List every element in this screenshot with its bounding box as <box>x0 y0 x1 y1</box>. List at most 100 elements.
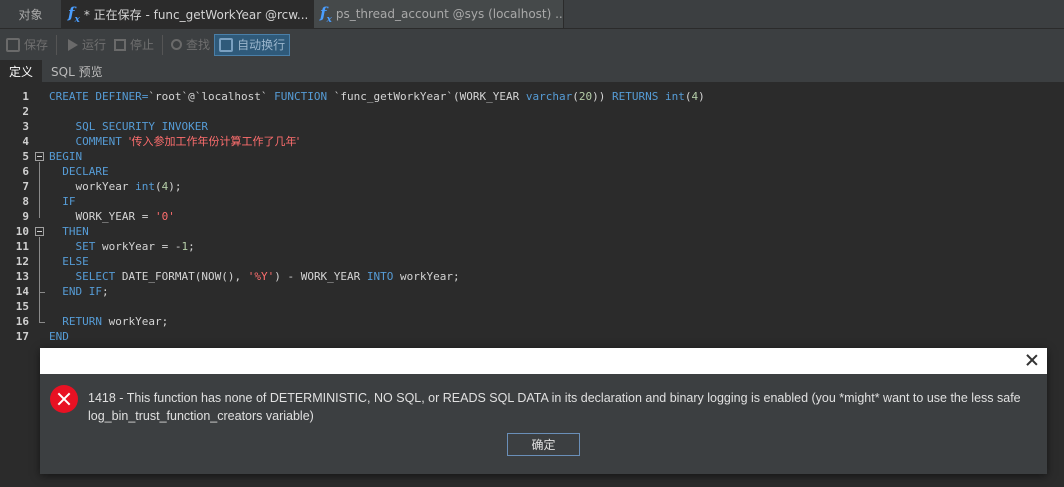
fold-toggle-begin[interactable] <box>35 152 44 161</box>
code-line-5: BEGIN <box>49 150 83 163</box>
line-number: 5 <box>22 150 29 163</box>
tab-definition[interactable]: 定义 <box>0 60 43 82</box>
code-token: )) <box>592 90 612 103</box>
editor-toolbar: 保存 运行 停止 查找 自动换行 <box>0 28 1064 60</box>
tab-func-getworkyear[interactable]: fx * 正在保存 - func_getWorkYear @rcw... <box>62 0 314 28</box>
function-icon: fx <box>68 3 80 25</box>
line-number: 16 <box>15 315 29 328</box>
tab-func-getworkyear-label: * 正在保存 - func_getWorkYear @rcw... <box>83 7 309 22</box>
fold-guide <box>39 237 40 292</box>
line-number: 12 <box>15 255 29 268</box>
code-token: workYear; <box>108 315 169 328</box>
code-token: ) <box>698 90 705 103</box>
code-token: ) - WORK_YEAR <box>274 270 367 283</box>
code-token: FUNCTION <box>267 90 334 103</box>
line-number: 14 <box>15 285 29 298</box>
line-number: 15 <box>15 300 29 313</box>
code-token: INTO <box>366 270 401 283</box>
tab-objects[interactable]: 对象 <box>0 0 62 28</box>
code-token: '%Y' <box>247 270 275 283</box>
code-token: SELECT <box>49 270 122 283</box>
line-number: 11 <box>15 240 29 253</box>
editor-subtabs: 定义 SQL 预览 <box>0 60 1064 83</box>
line-number: 3 <box>22 120 29 133</box>
save-button-label: 保存 <box>24 38 49 52</box>
line-number: 13 <box>15 270 29 283</box>
code-token: SET <box>49 240 102 253</box>
line-number: 10 <box>15 225 29 238</box>
tab-ps-thread-account-label: ps_thread_account @sys (localhost) ... <box>335 7 564 21</box>
code-token: ( <box>154 180 162 193</box>
run-icon <box>68 38 79 51</box>
find-button[interactable]: 查找 <box>167 34 214 56</box>
toolbar-divider <box>56 34 58 55</box>
function-icon: fx <box>320 3 332 25</box>
fold-toggle-then[interactable] <box>35 227 44 236</box>
stop-button[interactable]: 停止 <box>110 34 158 56</box>
word-wrap-label: 自动换行 <box>237 38 286 52</box>
code-line-9: WORK_YEAR = '0' <box>49 209 175 224</box>
code-line-12: ELSE <box>49 255 89 268</box>
line-number: 9 <box>22 210 29 223</box>
tab-sql-preview[interactable]: SQL 预览 <box>42 60 112 82</box>
error-dialog: 1418 - This function has none of DETERMI… <box>40 348 1047 474</box>
code-token: ); <box>168 180 182 193</box>
code-token: `func_getWorkYear`(WORK_YEAR <box>333 90 526 103</box>
code-line-6: DECLARE <box>49 165 109 178</box>
line-number: 17 <box>15 330 29 343</box>
code-line-1: CREATE DEFINER=`root`@`localhost` FUNCTI… <box>49 89 705 104</box>
run-button-label: 运行 <box>82 38 107 52</box>
code-token: ; <box>101 285 109 298</box>
fold-end-marker <box>39 322 45 323</box>
code-token: workYear; <box>400 270 460 283</box>
line-number: 8 <box>22 195 29 208</box>
ok-button[interactable]: 确定 <box>507 433 580 456</box>
tab-sql-preview-label: SQL 预览 <box>51 64 103 79</box>
fold-guide <box>39 292 40 322</box>
stop-button-label: 停止 <box>130 38 155 52</box>
run-button[interactable]: 运行 <box>61 34 110 56</box>
code-line-14: END IF; <box>49 284 109 299</box>
close-icon[interactable] <box>1025 353 1039 367</box>
word-wrap-toggle[interactable]: 自动换行 <box>214 33 291 56</box>
document-tab-bar: 对象 fx * 正在保存 - func_getWorkYear @rcw... … <box>0 0 1064 28</box>
code-line-11: SET workYear = -1; <box>49 239 195 254</box>
code-line-3: SQL SECURITY INVOKER <box>49 120 208 133</box>
error-icon <box>50 385 78 413</box>
tab-definition-label: 定义 <box>9 64 34 79</box>
dialog-titlebar <box>40 348 1047 374</box>
code-token: 20 <box>578 90 593 103</box>
code-line-4: COMMENT '传入参加工作年份计算工作了几年' <box>49 134 300 149</box>
code-token: ( <box>572 90 579 103</box>
toolbar-divider <box>162 34 164 55</box>
find-button-label: 查找 <box>186 38 211 52</box>
line-number: 4 <box>22 135 29 148</box>
code-line-8: IF <box>49 195 76 208</box>
code-token: workYear = - <box>101 240 182 253</box>
code-token: '0' <box>154 210 175 223</box>
code-line-17: END <box>49 330 69 343</box>
stop-icon <box>114 38 127 51</box>
code-token: DATE_FORMAT(NOW(), <box>121 270 248 283</box>
save-icon <box>6 37 20 52</box>
code-line-13: SELECT DATE_FORMAT(NOW(), '%Y') - WORK_Y… <box>49 269 460 284</box>
code-token: workYear <box>49 180 136 193</box>
code-token: varchar <box>525 90 573 103</box>
save-button[interactable]: 保存 <box>2 34 52 56</box>
code-token: '传入参加工作年份计算工作了几年' <box>128 135 300 148</box>
code-line-16: RETURN workYear; <box>49 314 168 329</box>
code-token: COMMENT <box>49 135 129 148</box>
code-token: END IF <box>49 285 102 298</box>
code-token: `root`@`localhost` <box>148 90 268 103</box>
code-line-10: THEN <box>49 225 89 238</box>
tab-objects-label: 对象 <box>18 7 43 22</box>
search-icon <box>171 39 183 50</box>
code-token: CREATE DEFINER= <box>49 90 149 103</box>
fold-guide <box>39 162 40 218</box>
code-token: RETURN <box>49 315 109 328</box>
line-number: 1 <box>22 90 29 103</box>
code-token: ; <box>188 240 195 253</box>
word-wrap-icon <box>219 37 234 52</box>
line-number: 7 <box>22 180 29 193</box>
tab-ps-thread-account[interactable]: fx ps_thread_account @sys (localhost) ..… <box>314 0 564 28</box>
